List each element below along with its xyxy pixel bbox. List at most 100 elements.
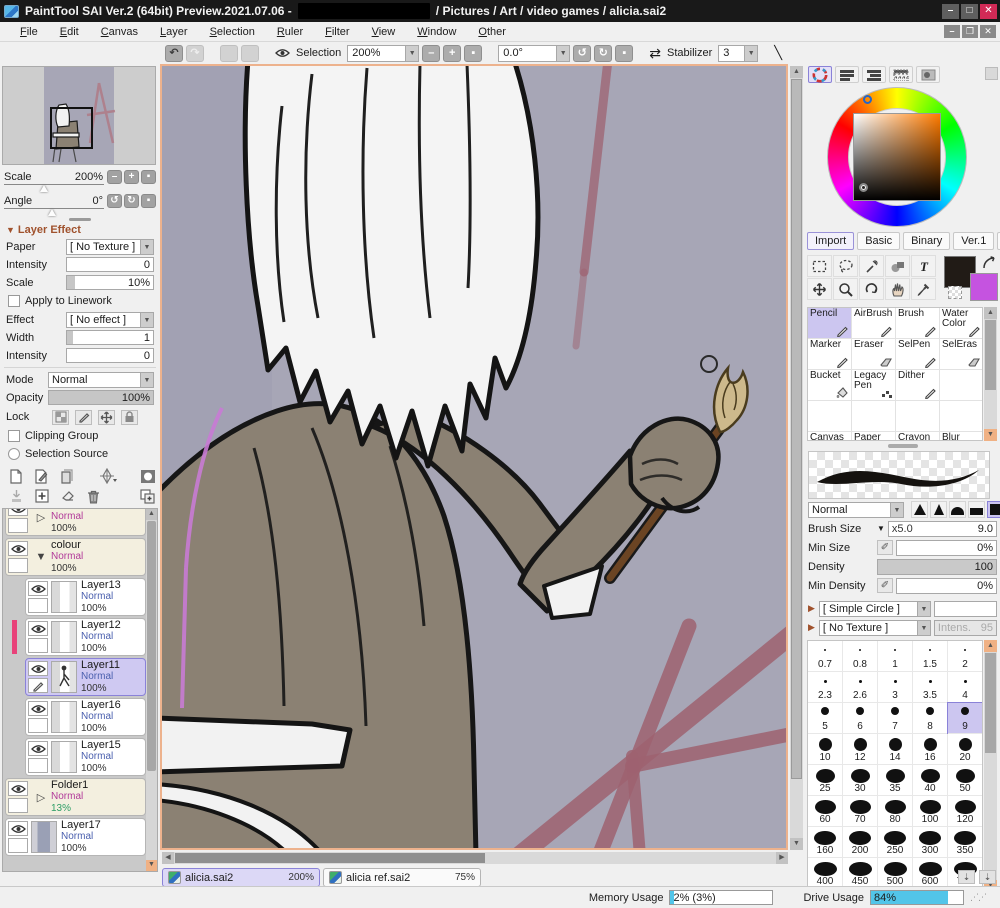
apply-linework-checkbox[interactable] [8, 295, 20, 307]
visibility-eye-icon[interactable] [8, 821, 28, 836]
magnifier-tool-button[interactable] [833, 278, 858, 300]
angle-slider[interactable] [4, 208, 104, 216]
clear-layer-button[interactable] [60, 488, 77, 505]
brush-size-250[interactable]: 250 [878, 827, 913, 858]
layer-row-folder1[interactable]: ▷ Folder1 Normal 13% [5, 778, 146, 816]
canvas-horizontal-scrollbar[interactable]: ◀ ▶ [162, 852, 788, 864]
brush-size-60[interactable]: 60 [808, 796, 843, 827]
brush-edge-soft-button[interactable] [930, 501, 947, 518]
brush-size-70[interactable]: 70 [843, 796, 878, 827]
effect-width-slider[interactable]: 1 [66, 330, 154, 345]
mdi-restore-button[interactable]: ❐ [962, 25, 978, 38]
zoom-reset-button[interactable]: ▪ [464, 44, 483, 62]
flip-icon[interactable]: ⇄ [649, 45, 661, 62]
rotate-reset-button[interactable]: ▪ [615, 44, 634, 62]
canvas-viewport[interactable] [160, 64, 788, 850]
layer-row-layer17[interactable]: Layer17 Normal 100% [5, 818, 146, 856]
move-tool-button[interactable] [807, 278, 832, 300]
min-density-pressure-button[interactable]: ✐ [877, 578, 893, 593]
visibility-eye-icon[interactable] [28, 581, 48, 596]
tab-binary[interactable]: Binary [903, 232, 951, 250]
brush-size-2.6[interactable]: 2.6 [843, 672, 878, 703]
brush-size-12[interactable]: 12 [843, 734, 878, 765]
brush-size-160[interactable]: 160 [808, 827, 843, 858]
hsv-sliders-button[interactable] [862, 66, 886, 83]
tab-ver1[interactable]: Ver.1 [953, 232, 995, 250]
doc-tab-alicia[interactable]: alicia.sai2 200% [162, 868, 320, 887]
mode-dropdown-arrow[interactable]: ▼ [140, 372, 153, 387]
tab-import[interactable]: Import [807, 232, 855, 250]
panel-splitter-handle[interactable] [887, 444, 918, 448]
paint-target-icon[interactable] [28, 678, 48, 693]
brush-seleras[interactable]: SelEras [940, 339, 982, 370]
text-tool-button[interactable]: T [911, 255, 936, 277]
brush-size-3.5[interactable]: 3.5 [913, 672, 948, 703]
transparent-color-button[interactable] [948, 286, 962, 299]
paper-dropdown[interactable]: [ No Texture ] ▼ [66, 238, 154, 255]
rotate-ccw-button[interactable]: ↺ [573, 44, 592, 62]
brush-pencil[interactable]: Pencil [808, 308, 853, 340]
layer-mask-button[interactable] [140, 468, 157, 485]
lock-pixels-button[interactable] [75, 409, 92, 425]
folder-collapse-icon[interactable]: ▷ [31, 511, 51, 524]
min-density-slider[interactable]: 0% [896, 577, 997, 594]
visibility-eye-icon[interactable] [28, 701, 48, 716]
lock-all-button[interactable] [121, 409, 138, 425]
brush-size-120[interactable]: 120 [948, 796, 982, 827]
brush-size-3[interactable]: 3 [878, 672, 913, 703]
brush-dither[interactable]: Dither [896, 370, 940, 401]
brush-size-2.3[interactable]: 2.3 [808, 672, 843, 703]
brush-size-slider[interactable]: x5.0 9.0 [887, 520, 997, 537]
mdi-minimize-button[interactable]: – [944, 25, 960, 38]
layer-row-layer15[interactable]: Layer15 Normal 100% [25, 738, 146, 776]
color-wheel-button[interactable] [808, 66, 832, 83]
brush-size-200[interactable]: 200 [843, 827, 878, 858]
brush-size-400[interactable]: 400 [808, 858, 843, 889]
brush-size-450[interactable]: 450 [843, 858, 878, 889]
sv-marker[interactable] [859, 183, 868, 192]
menu-filter[interactable]: Filter [315, 24, 359, 40]
scrollbar-thumb[interactable] [791, 79, 802, 779]
panel-resize-handle[interactable] [69, 218, 91, 221]
brush-size-300[interactable]: 300 [913, 827, 948, 858]
effect-intensity-input[interactable]: 0 [66, 348, 154, 363]
brush-brush[interactable]: Brush [896, 308, 940, 339]
zoom-dropdown-arrow[interactable]: ▼ [405, 45, 419, 61]
scale-plus-button[interactable]: + [124, 169, 139, 184]
min-size-pressure-button[interactable]: ✐ [877, 540, 893, 555]
zoom-in-button[interactable]: + [443, 44, 462, 62]
navigator-preview[interactable] [2, 66, 156, 165]
brush-blend-mode-dropdown[interactable]: Normal ▼ [808, 501, 904, 518]
brush-canvas[interactable]: Canvas [808, 432, 852, 440]
layer-effect-header[interactable]: ▼ Layer Effect [6, 224, 154, 236]
brush-size-10[interactable]: 10 [808, 734, 843, 765]
scale-minus-button[interactable]: – [107, 169, 122, 184]
undo-button[interactable]: ↶ [165, 44, 183, 62]
brush-size-1[interactable]: 1 [878, 641, 913, 672]
menu-canvas[interactable]: Canvas [91, 24, 148, 40]
effect-dropdown[interactable]: [ No effect ] ▼ [66, 311, 154, 328]
zoom-out-button[interactable]: – [422, 44, 441, 62]
brush-size-14[interactable]: 14 [878, 734, 913, 765]
brush-size-2[interactable]: 2 [948, 641, 982, 672]
delete-layer-button[interactable] [85, 488, 102, 505]
menu-layer[interactable]: Layer [150, 24, 198, 40]
brush-paper[interactable]: Paper [852, 432, 896, 440]
brush-airbrush[interactable]: AirBrush [852, 308, 896, 339]
brush-edge-dome-button[interactable] [949, 501, 966, 518]
brush-legacy-pen[interactable]: Legacy Pen [852, 370, 896, 401]
color-wheel[interactable] [827, 87, 967, 227]
angle-ccw-button[interactable]: ↺ [107, 193, 122, 208]
brush-size-35[interactable]: 35 [878, 765, 913, 796]
brush-crayon[interactable]: Crayon [896, 432, 940, 440]
brush-size-30[interactable]: 30 [843, 765, 878, 796]
mdi-close-button[interactable]: ✕ [980, 25, 996, 38]
mode-dropdown[interactable]: Normal ▼ [48, 371, 154, 388]
visibility-eye-icon[interactable] [8, 509, 28, 516]
brush-size-0.8[interactable]: 0.8 [843, 641, 878, 672]
eyedropper-tool-button[interactable] [911, 278, 936, 300]
brush-size-25[interactable]: 25 [808, 765, 843, 796]
texture-section-arrow[interactable]: ▶ [808, 622, 815, 633]
layer-row-line[interactable]: ▷ lineNormal100% [5, 509, 146, 536]
new-layer-button[interactable] [8, 468, 25, 485]
